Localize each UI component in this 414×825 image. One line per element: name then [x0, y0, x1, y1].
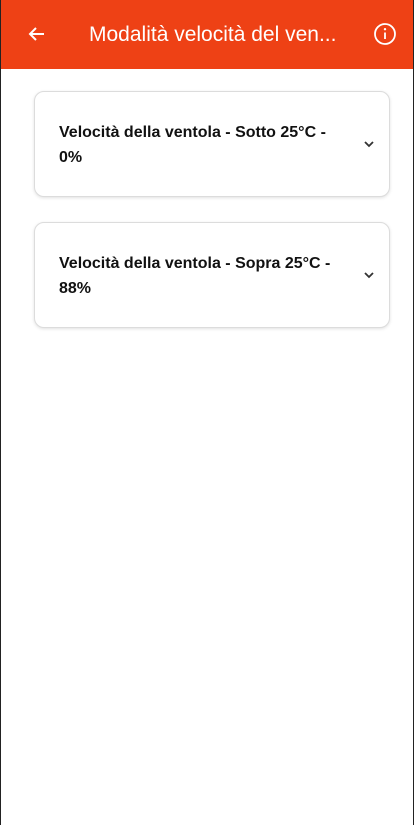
chevron-down-icon [364, 141, 374, 148]
page-title: Modalità velocità del ven... [89, 23, 337, 46]
fan-speed-below-25-dropdown[interactable]: Velocità della ventola - Sotto 25°C - 0% [34, 91, 390, 197]
info-circle-icon [374, 23, 396, 45]
back-button[interactable] [23, 20, 51, 48]
info-button[interactable] [373, 22, 397, 46]
fan-speed-above-25-label: Velocità della ventola - Sopra 25°C - 88… [59, 255, 331, 297]
chevron-down-icon [364, 272, 374, 279]
fan-speed-above-25-dropdown[interactable]: Velocità della ventola - Sopra 25°C - 88… [34, 222, 390, 328]
fan-speed-below-25-label: Velocità della ventola - Sotto 25°C - 0% [59, 124, 326, 166]
arrow-left-icon [28, 27, 44, 41]
app-bar: Modalità velocità del ven... [1, 0, 413, 69]
